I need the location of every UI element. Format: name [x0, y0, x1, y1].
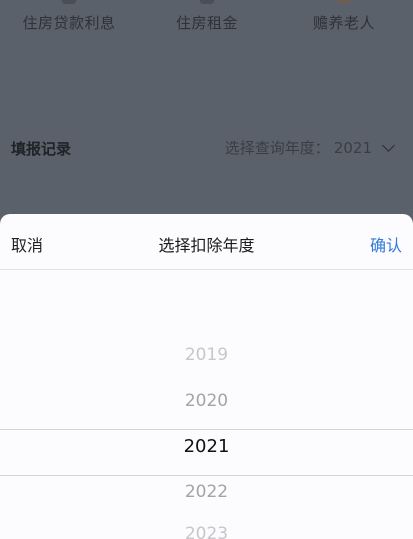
menu-item-label: 住房贷款利息: [22, 14, 116, 32]
menu-item-label: 住房租金: [175, 14, 238, 32]
year-option[interactable]: 2023: [0, 524, 413, 539]
chevron-down-icon: [382, 138, 395, 152]
picker-title: 选择扣除年度: [158, 236, 255, 255]
menu-item-housing-loan-interest[interactable]: 住房贷款利息: [0, 0, 138, 40]
year-option-selected[interactable]: 2021: [0, 436, 413, 457]
year-picker-wheel[interactable]: 2019 2020 2021 2022 2023: [0, 270, 413, 539]
housing-loan-icon: [62, 0, 76, 4]
year-option[interactable]: 2020: [0, 391, 413, 411]
year-option[interactable]: 2019: [0, 345, 413, 365]
query-year-value: 2021: [333, 138, 372, 157]
records-title: 填报记录: [11, 140, 72, 158]
year-option[interactable]: 2022: [0, 482, 413, 502]
deduction-category-menu: 住房贷款利息 住房租金 赡养老人: [0, 0, 413, 40]
selection-top-line: [0, 429, 413, 430]
selection-bottom-line: [0, 475, 413, 476]
query-year-label: 选择查询年度：: [224, 139, 330, 157]
housing-rent-icon: [200, 0, 214, 4]
confirm-button[interactable]: 确认: [370, 232, 402, 256]
picker-toolbar: 取消 选择扣除年度 确认: [0, 214, 413, 270]
query-year-selector[interactable]: 选择查询年度： 2021: [224, 137, 395, 158]
menu-item-elderly-support[interactable]: 赡养老人: [275, 0, 413, 40]
menu-item-label: 赡养老人: [312, 14, 375, 32]
year-picker-sheet: 取消 选择扣除年度 确认 2019 2020 2021 2022 2023: [0, 214, 413, 539]
records-header: 填报记录 选择查询年度： 2021: [0, 130, 413, 164]
elderly-support-icon: [337, 0, 351, 4]
menu-item-housing-rent[interactable]: 住房租金: [138, 0, 276, 40]
